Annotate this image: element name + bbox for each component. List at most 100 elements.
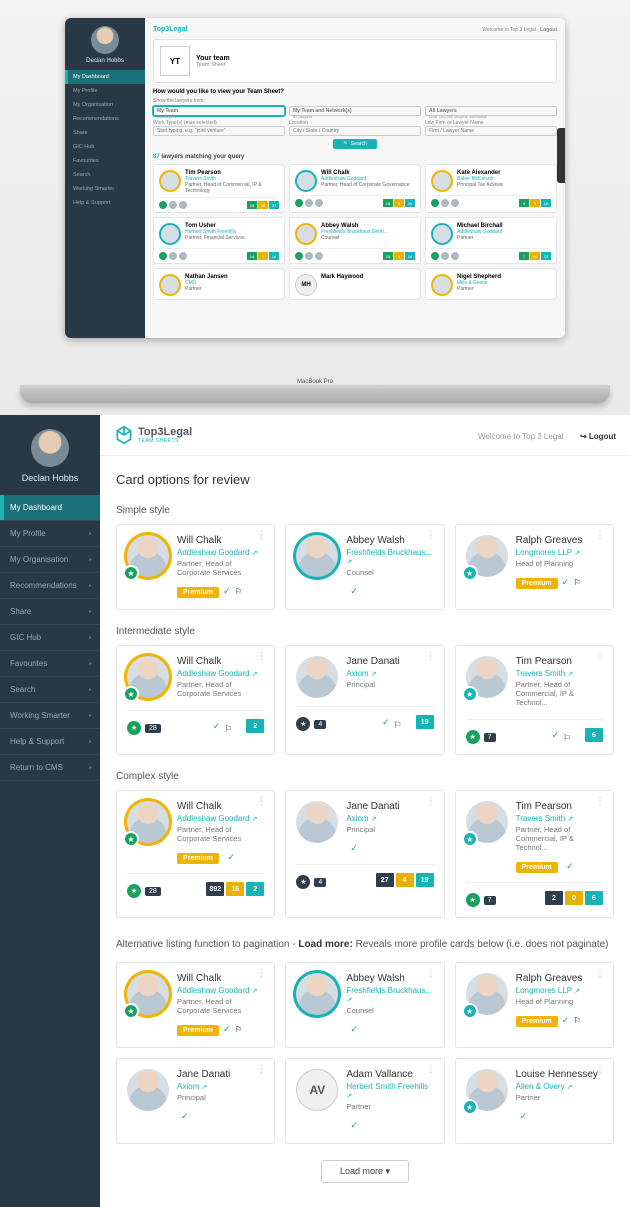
avatar[interactable] (31, 429, 69, 467)
lawyer-role: Partner, Head of Corporate Services (177, 825, 264, 843)
worktype-input[interactable]: Start typing, e.g. "joint venture" (153, 126, 285, 136)
notify-tab[interactable] (557, 128, 565, 183)
avatar (91, 26, 119, 54)
section-complex: Complex style (116, 771, 614, 782)
sidebar-item-dashboard[interactable]: My Dashboard (65, 70, 145, 84)
lawyer-card[interactable]: ⋮ ★ Ralph Greaves Longmores LLP ↗ Head o… (455, 962, 614, 1048)
lawyer-card[interactable]: ⋮ Jane Danati Axiom ↗ Principal ★4✓19 (285, 645, 444, 755)
location-input[interactable]: City / State / Country (289, 126, 421, 136)
lawyer-org[interactable]: Addleshaw Goodard ↗ (177, 669, 264, 678)
sidebar-item[interactable]: Recommendations (65, 112, 145, 126)
lawyer-name: Will Chalk (177, 801, 264, 812)
team-title: Your team (196, 55, 230, 62)
sidebar-item-return-to-cms[interactable]: Return to CMS▸ (0, 755, 100, 781)
sidebar-item-favourites[interactable]: Favourites▸ (0, 651, 100, 677)
search-button[interactable]: 🔍 Search (333, 139, 376, 149)
sidebar-item[interactable]: Help & Support (65, 196, 145, 210)
sidebar-item-my-organisation[interactable]: My Organisation▸ (0, 547, 100, 573)
stat-pill: 27 (376, 873, 394, 887)
lawyer-card[interactable]: ⋮ ★ Tim Pearson Travers Smith ↗ Partner,… (455, 790, 614, 918)
lawyer-org[interactable]: Herbert Smith Freehills ↗ (346, 1082, 433, 1100)
card-menu-icon[interactable]: ⋮ (256, 654, 266, 659)
external-link-icon: ↗ (567, 816, 573, 823)
lawyer-card[interactable]: ⋮ Abbey Walsh Freshfields Bruckhaus... ↗… (285, 962, 444, 1048)
lawyer-card[interactable]: ⋮ ★ Will Chalk Addleshaw Goodard ↗ Partn… (116, 524, 275, 610)
lawyer-org[interactable]: Axiom ↗ (177, 1082, 264, 1091)
sidebar-item[interactable]: GIC Hub (65, 140, 145, 154)
lawyer-org[interactable]: Freshfields Bruckhaus... ↗ (346, 986, 433, 1004)
section-simple: Simple style (116, 505, 614, 516)
lawyer-card[interactable]: ⋮ ★ Louise Hennessey Allen & Overy ↗ Par… (455, 1058, 614, 1144)
lawyer-org[interactable]: Addleshaw Goodard ↗ (177, 986, 264, 995)
lawyer-org[interactable]: Longmores LLP ↗ (516, 548, 603, 557)
firm-input[interactable]: Firm / Lawyer Name (425, 126, 557, 136)
team-initials: YT (160, 46, 190, 76)
lawyer-card[interactable]: ⋮ ★ Will Chalk Addleshaw Goodard ↗ Partn… (116, 645, 275, 755)
sidebar-item-my-dashboard[interactable]: My Dashboard (0, 495, 100, 521)
star-icon: ★ (466, 893, 480, 907)
logout-link[interactable]: Logout (540, 27, 557, 33)
sidebar-item[interactable]: Share (65, 126, 145, 140)
external-link-icon: ↗ (346, 1093, 352, 1100)
load-more-button[interactable]: Load more ▾ (321, 1160, 409, 1183)
lawyer-org[interactable]: Freshfields Bruckhaus... ↗ (346, 548, 433, 566)
card-menu-icon[interactable]: ⋮ (595, 971, 605, 976)
card-menu-icon[interactable]: ⋮ (595, 799, 605, 804)
scope-tab-myteam[interactable]: My Team15 lawyers (153, 106, 285, 116)
card-menu-icon[interactable]: ⋮ (426, 1067, 436, 1072)
sidebar-item-search[interactable]: Search▸ (0, 677, 100, 703)
card-menu-icon[interactable]: ⋮ (595, 654, 605, 659)
card-menu-icon[interactable]: ⋮ (256, 799, 266, 804)
card-menu-icon[interactable]: ⋮ (595, 1067, 605, 1072)
lawyer-card[interactable]: ⋮ ★ Will Chalk Addleshaw Goodard ↗ Partn… (116, 790, 275, 918)
lawyer-card[interactable]: ⋮ ★ Will Chalk Addleshaw Goodard ↗ Partn… (116, 962, 275, 1048)
logout-link[interactable]: ↪ Logout (580, 432, 616, 441)
lawyer-org[interactable]: Travers Smith ↗ (516, 814, 603, 823)
lawyer-card[interactable]: ⋮ ★ Tim Pearson Travers Smith ↗ Partner,… (455, 645, 614, 755)
lawyer-role: Principal (177, 1093, 264, 1102)
lawyer-org[interactable]: Addleshaw Goodard ↗ (177, 814, 264, 823)
card-menu-icon[interactable]: ⋮ (426, 799, 436, 804)
sidebar: Declan Hobbs My DashboardMy Profile▸My O… (0, 415, 100, 1207)
sidebar-item-help-support[interactable]: Help & Support▸ (0, 729, 100, 755)
brand-logo: Top3LegalTEAM SHEETS (114, 425, 192, 445)
sidebar-item-working-smarter[interactable]: Working Smarter▸ (0, 703, 100, 729)
lawyer-org[interactable]: Longmores LLP ↗ (516, 986, 603, 995)
lawyer-org[interactable]: Allen & Overy ↗ (516, 1082, 603, 1091)
scope-tab-all[interactable]: All LawyersOver 100,000 lawyers worldwid… (425, 106, 557, 116)
card-menu-icon[interactable]: ⋮ (256, 971, 266, 976)
premium-badge: Premium (177, 587, 219, 598)
sidebar-item[interactable]: My Profile (65, 84, 145, 98)
card-menu-icon[interactable]: ⋮ (256, 1067, 266, 1072)
card-menu-icon[interactable]: ⋮ (256, 533, 266, 538)
lawyer-org[interactable]: Axiom ↗ (346, 669, 433, 678)
lawyer-card[interactable]: ⋮ Jane Danati Axiom ↗ Principal ✓ ★42741… (285, 790, 444, 918)
external-link-icon: ↗ (346, 559, 352, 566)
lawyer-name: Will Chalk (177, 535, 264, 546)
scope-tab-network[interactable]: My Team and Network(s)57 lawyers (289, 106, 421, 116)
stat-pill: 16 (226, 882, 244, 896)
sidebar-item-gic-hub[interactable]: GIC Hub▸ (0, 625, 100, 651)
sidebar-item-my-profile[interactable]: My Profile▸ (0, 521, 100, 547)
lawyer-org[interactable]: Axiom ↗ (346, 814, 433, 823)
sidebar-item[interactable]: My Organisation (65, 98, 145, 112)
lawyer-card[interactable]: ⋮ Jane Danati Axiom ↗ Principal ✓ (116, 1058, 275, 1144)
sidebar-item[interactable]: Search (65, 168, 145, 182)
lawyer-org[interactable]: Addleshaw Goodard ↗ (177, 548, 264, 557)
lawyer-card[interactable]: ⋮ AV Adam Vallance Herbert Smith Freehil… (285, 1058, 444, 1144)
sidebar-item-recommendations[interactable]: Recommendations▸ (0, 573, 100, 599)
lawyer-org[interactable]: Travers Smith ↗ (516, 669, 603, 678)
card-menu-icon[interactable]: ⋮ (426, 654, 436, 659)
lawyer-card[interactable]: ⋮ Abbey Walsh Freshfields Bruckhaus... ↗… (285, 524, 444, 610)
sidebar-item[interactable]: Favourites (65, 154, 145, 168)
sidebar-item-share[interactable]: Share▸ (0, 599, 100, 625)
lawyer-role: Partner (516, 1093, 603, 1102)
card-menu-icon[interactable]: ⋮ (595, 533, 605, 538)
premium-badge: Premium (516, 1016, 558, 1027)
card-menu-icon[interactable]: ⋮ (426, 533, 436, 538)
check-icon: ✓ (562, 577, 570, 587)
card-menu-icon[interactable]: ⋮ (426, 971, 436, 976)
lawyer-card[interactable]: ⋮ ★ Ralph Greaves Longmores LLP ↗ Head o… (455, 524, 614, 610)
lawyer-role: Partner, Head of Commercial, IP & Techno… (516, 680, 603, 707)
sidebar-item[interactable]: Working Smarter (65, 182, 145, 196)
